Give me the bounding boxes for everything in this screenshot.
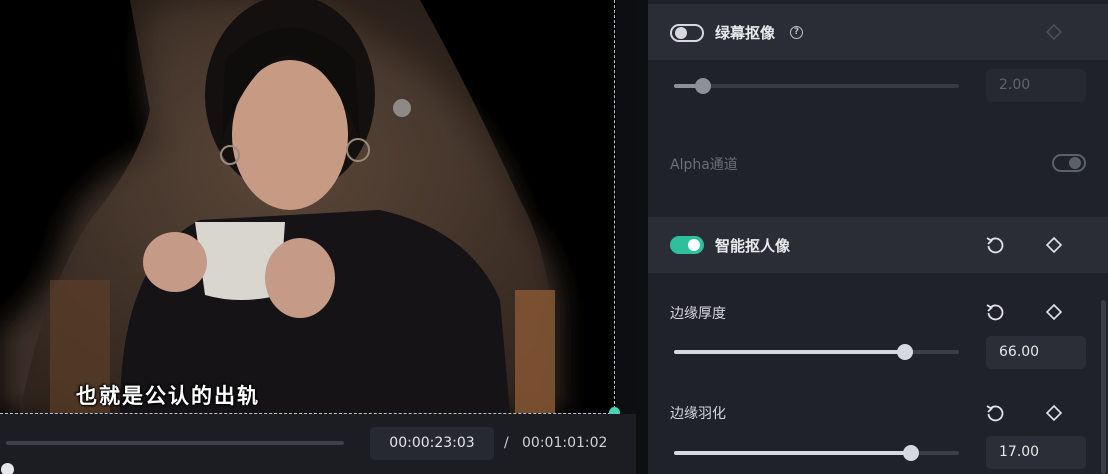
smart-portrait-title: 智能抠人像 — [715, 237, 791, 255]
time-separator: / — [504, 435, 509, 451]
panel-divider[interactable] — [636, 0, 648, 474]
green-screen-title: 绿幕抠像 — [715, 24, 776, 42]
video-preview-area: 也就是公认的出轨 00:00:23:03 / 00:01:01:02 — [0, 0, 636, 474]
subtitle-text: 也就是公认的出轨 — [76, 384, 260, 408]
video-content-image — [0, 0, 616, 413]
edge-feather-slider[interactable] — [674, 445, 959, 461]
video-frame[interactable]: 也就是公认的出轨 — [0, 0, 616, 413]
green-screen-toggle[interactable] — [670, 24, 704, 42]
reset-icon[interactable] — [983, 233, 1007, 257]
green-screen-value[interactable]: 2.00 — [986, 69, 1086, 102]
edge-feather-label: 边缘羽化 — [670, 406, 726, 422]
keyframe-diamond-icon[interactable] — [1042, 20, 1066, 44]
alpha-channel-label: Alpha通道 — [670, 157, 738, 173]
edge-thickness-slider[interactable] — [674, 344, 959, 360]
green-screen-slider[interactable] — [674, 78, 959, 94]
edge-thickness-label: 边缘厚度 — [670, 306, 726, 322]
keyframe-diamond-icon[interactable] — [1042, 300, 1066, 324]
reset-icon[interactable] — [983, 300, 1007, 324]
help-icon[interactable]: ? — [790, 26, 803, 39]
playback-progress-thumb[interactable] — [1, 463, 15, 474]
panel-scrollbar[interactable] — [1101, 300, 1106, 474]
toggle-knob — [1069, 157, 1081, 169]
green-screen-slider-thumb[interactable] — [694, 78, 711, 94]
edge-thickness-value[interactable]: 66.00 — [986, 336, 1086, 369]
keyframe-diamond-icon[interactable] — [1042, 233, 1066, 257]
playback-bar: 00:00:23:03 / 00:01:01:02 — [0, 414, 636, 474]
toggle-knob — [688, 239, 700, 251]
smart-portrait-header: 智能抠人像 — [648, 217, 1108, 273]
edge-feather-slider-fill — [674, 451, 911, 455]
playback-progress-track[interactable] — [1, 441, 344, 474]
reset-icon[interactable] — [983, 401, 1007, 425]
green-screen-header: 绿幕抠像 ? — [648, 4, 1108, 60]
current-time-field[interactable]: 00:00:23:03 — [370, 427, 494, 460]
properties-panel: 绿幕抠像 ? 2.00 Alpha通道 智能抠人像 边缘厚度 66.00 边缘羽… — [648, 0, 1108, 474]
toggle-knob — [675, 27, 687, 39]
smart-portrait-toggle[interactable] — [670, 236, 704, 254]
edge-feather-slider-thumb[interactable] — [902, 445, 919, 461]
total-duration: 00:01:01:02 — [522, 435, 608, 451]
alpha-channel-toggle[interactable] — [1052, 154, 1086, 172]
edge-thickness-slider-fill — [674, 350, 905, 354]
edge-feather-value[interactable]: 17.00 — [986, 436, 1086, 469]
edge-thickness-slider-thumb[interactable] — [896, 344, 913, 360]
crop-guide-vertical — [614, 0, 615, 414]
keyframe-diamond-icon[interactable] — [1042, 401, 1066, 425]
